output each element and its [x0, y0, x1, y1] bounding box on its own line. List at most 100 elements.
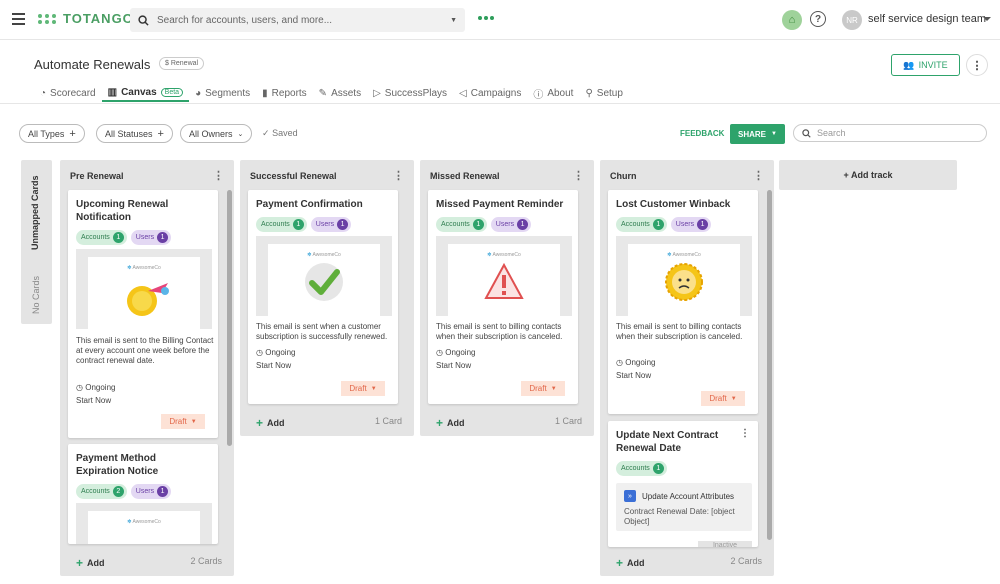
accounts-chip[interactable]: Accounts 1	[616, 461, 667, 476]
chip-label: Accounts	[81, 234, 110, 241]
chip-count: 1	[292, 219, 304, 230]
add-track-button[interactable]: + Add track	[779, 160, 957, 190]
global-search-input[interactable]: Search for accounts, users, and more... …	[130, 8, 465, 32]
filter-owners-button[interactable]: All Owners ⌄	[180, 124, 253, 143]
tab-reports[interactable]: ▮ Reports	[256, 84, 313, 102]
add-card-button[interactable]: + Add	[256, 416, 285, 430]
status-dots-icon[interactable]	[478, 16, 494, 20]
tab-label: Reports	[271, 87, 307, 99]
campaign-card[interactable]: Missed Payment Reminder Accounts 1 Users 1…	[428, 190, 578, 404]
invite-button[interactable]: 👥 INVITE	[891, 54, 960, 76]
draft-status-button[interactable]: Draft ▼	[341, 381, 385, 396]
track-scrollbar[interactable]	[227, 190, 232, 446]
tab-divider	[0, 103, 1000, 104]
tab-label: About	[547, 87, 574, 99]
email-preview: ✲ AwesomeCo	[616, 236, 752, 316]
tab-canvas[interactable]: ▥ Canvas Beta	[101, 84, 190, 102]
chip-label: Users	[135, 488, 155, 495]
chevron-down-icon: ▼	[771, 131, 777, 137]
add-label: Add	[87, 558, 105, 568]
board-search-input[interactable]: Search	[793, 124, 987, 142]
play-icon: ▷	[373, 87, 381, 99]
chevron-down-icon: ▼	[370, 385, 377, 392]
add-card-button[interactable]: + Add	[436, 416, 465, 430]
filter-statuses-button[interactable]: All Statuses +	[96, 124, 173, 143]
accounts-chip[interactable]: Accounts 1	[256, 217, 307, 232]
filter-label: All Statuses	[105, 128, 153, 139]
tab-setup[interactable]: ⚲ Setup	[579, 84, 628, 102]
track-churn: Churn ⋮ Lost Customer Winback Accounts 1 …	[600, 160, 774, 576]
no-cards-label: No Cards	[31, 275, 41, 314]
chevron-down-icon[interactable]	[983, 17, 991, 21]
preview-brand-name: AwesomeCo	[492, 252, 521, 258]
more-options-button[interactable]: ⋮	[966, 54, 988, 76]
draft-status-button[interactable]: Draft ▼	[521, 381, 565, 396]
help-icon[interactable]: ?	[810, 11, 826, 27]
card-title: Lost Customer Winback	[616, 199, 731, 210]
clock-icon: ◷	[616, 358, 623, 367]
plus-icon: +	[256, 416, 264, 430]
users-chip[interactable]: Users 1	[310, 217, 352, 232]
status-label: Ongoing	[625, 358, 656, 367]
card-chips: Accounts 1	[616, 461, 667, 476]
share-button[interactable]: SHARE ▼	[730, 124, 785, 144]
chip-label: Accounts	[261, 221, 290, 228]
chip-label: Users	[135, 234, 155, 241]
action-summary: » Update Account Attributes Contract Ren…	[616, 483, 752, 531]
status-label: Ongoing	[85, 383, 116, 392]
track-menu-icon[interactable]: ⋮	[753, 169, 764, 182]
track-menu-icon[interactable]: ⋮	[573, 169, 584, 182]
tab-about[interactable]: ⓘ About	[527, 84, 579, 102]
segments-icon: ◕	[195, 87, 202, 99]
track-menu-icon[interactable]: ⋮	[213, 169, 224, 182]
card-title: Payment Confirmation	[256, 199, 363, 210]
chevron-down-icon[interactable]: ▼	[450, 17, 457, 24]
users-chip[interactable]: Users 1	[130, 230, 172, 245]
users-chip[interactable]: Users 1	[130, 484, 172, 499]
filter-types-button[interactable]: All Types +	[19, 124, 85, 143]
chip-label: Accounts	[441, 221, 470, 228]
unmapped-cards-column[interactable]: Unmapped Cards No Cards	[21, 160, 52, 324]
draft-status-button[interactable]: Draft ▼	[701, 391, 745, 406]
gift-icon[interactable]: ⌂	[782, 10, 802, 30]
feedback-link[interactable]: FEEDBACK	[680, 129, 724, 138]
totango-logo[interactable]: TOTANGO	[38, 11, 134, 26]
filter-label: All Types	[28, 128, 65, 139]
accounts-chip[interactable]: Accounts 1	[76, 230, 127, 245]
scorecard-icon: ◔	[40, 87, 47, 99]
tab-successplays[interactable]: ▷ SuccessPlays	[367, 84, 453, 102]
campaign-card[interactable]: Upcoming Renewal Notification Accounts 1 …	[68, 190, 218, 438]
campaign-card[interactable]: Lost Customer Winback Accounts 1 Users 1 ✲…	[608, 190, 758, 414]
menu-icon[interactable]	[12, 13, 25, 25]
inactive-status-badge[interactable]: Inactive	[698, 541, 752, 547]
accounts-chip[interactable]: Accounts 1	[436, 217, 487, 232]
users-chip[interactable]: Users 1	[490, 217, 532, 232]
track-title: Successful Renewal	[250, 171, 337, 181]
accounts-chip[interactable]: Accounts 2	[76, 484, 127, 499]
add-card-button[interactable]: + Add	[616, 556, 645, 570]
add-card-button[interactable]: + Add	[76, 556, 105, 570]
action-card[interactable]: Update Next Contract Renewal Date ⋮ Acco…	[608, 421, 758, 547]
wrench-icon: ⚲	[585, 87, 593, 99]
draft-status-button[interactable]: Draft ▼	[161, 414, 205, 429]
card-start: Start Now	[256, 361, 292, 370]
add-label: Add	[267, 418, 285, 428]
users-chip[interactable]: Users 1	[670, 217, 712, 232]
track-menu-icon[interactable]: ⋮	[393, 169, 404, 182]
chip-count: 1	[337, 219, 349, 230]
team-name[interactable]: self service design team	[868, 13, 986, 25]
card-menu-icon[interactable]: ⋮	[740, 428, 750, 439]
tab-scorecard[interactable]: ◔ Scorecard	[34, 84, 102, 102]
card-chips: Accounts 1 Users 1	[436, 217, 532, 232]
avatar[interactable]: NR	[842, 10, 862, 30]
campaign-card[interactable]: Payment Confirmation Accounts 1 Users 1 ✲ …	[248, 190, 398, 404]
card-title: Missed Payment Reminder	[436, 199, 564, 210]
tab-assets[interactable]: ✎ Assets	[313, 84, 367, 102]
tab-segments[interactable]: ◕ Segments	[189, 84, 256, 102]
campaign-card[interactable]: Payment Method Expiration Notice Account…	[68, 444, 218, 544]
track-title: Missed Renewal	[430, 171, 500, 181]
card-description: This email is sent to billing contacts w…	[616, 322, 743, 341]
tab-campaigns[interactable]: ◁ Campaigns	[453, 84, 527, 102]
accounts-chip[interactable]: Accounts 1	[616, 217, 667, 232]
track-scrollbar[interactable]	[767, 190, 772, 540]
